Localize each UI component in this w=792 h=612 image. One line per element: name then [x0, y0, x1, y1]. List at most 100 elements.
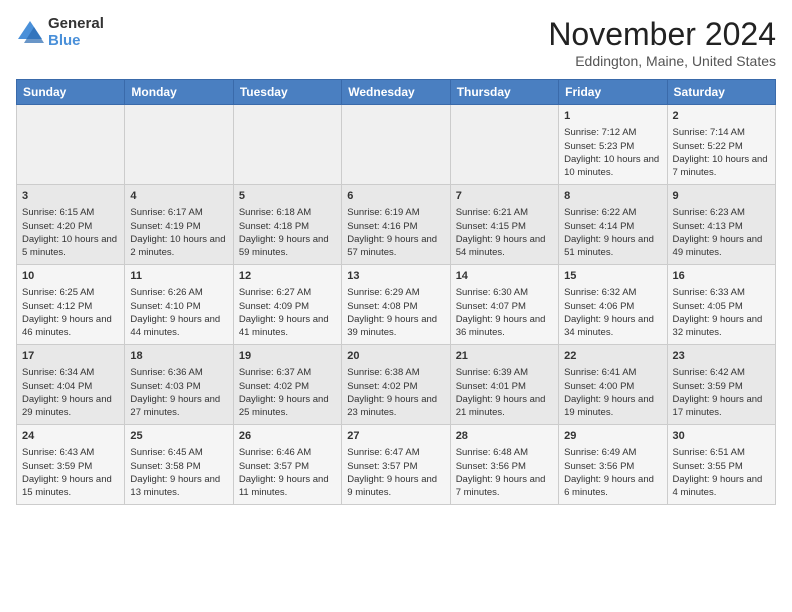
- day-number: 2: [673, 109, 770, 124]
- day-number: 28: [456, 429, 553, 444]
- title-section: November 2024 Eddington, Maine, United S…: [548, 16, 776, 69]
- day-number: 12: [239, 269, 336, 284]
- calendar-week-4: 24Sunrise: 6:43 AMSunset: 3:59 PMDayligh…: [17, 425, 776, 505]
- sunrise-text: Sunrise: 6:42 AM: [673, 366, 770, 379]
- sunrise-text: Sunrise: 6:18 AM: [239, 206, 336, 219]
- day-number: 3: [22, 189, 119, 204]
- sunrise-text: Sunrise: 6:22 AM: [564, 206, 661, 219]
- header-monday: Monday: [125, 80, 233, 105]
- location-title: Eddington, Maine, United States: [548, 53, 776, 69]
- daylight-text: Daylight: 9 hours and 19 minutes.: [564, 393, 661, 420]
- day-number: 30: [673, 429, 770, 444]
- day-number: 29: [564, 429, 661, 444]
- sunset-text: Sunset: 3:58 PM: [130, 460, 227, 473]
- calendar-table: Sunday Monday Tuesday Wednesday Thursday…: [16, 79, 776, 505]
- header-saturday: Saturday: [667, 80, 775, 105]
- sunrise-text: Sunrise: 6:41 AM: [564, 366, 661, 379]
- calendar-cell-3-0: 17Sunrise: 6:34 AMSunset: 4:04 PMDayligh…: [17, 345, 125, 425]
- day-number: 17: [22, 349, 119, 364]
- calendar-cell-4-6: 30Sunrise: 6:51 AMSunset: 3:55 PMDayligh…: [667, 425, 775, 505]
- calendar-cell-3-6: 23Sunrise: 6:42 AMSunset: 3:59 PMDayligh…: [667, 345, 775, 425]
- calendar-body: 1Sunrise: 7:12 AMSunset: 5:23 PMDaylight…: [17, 105, 776, 505]
- calendar-cell-4-5: 29Sunrise: 6:49 AMSunset: 3:56 PMDayligh…: [559, 425, 667, 505]
- calendar-cell-1-2: 5Sunrise: 6:18 AMSunset: 4:18 PMDaylight…: [233, 185, 341, 265]
- sunrise-text: Sunrise: 6:33 AM: [673, 286, 770, 299]
- daylight-text: Daylight: 9 hours and 7 minutes.: [456, 473, 553, 500]
- calendar-cell-1-3: 6Sunrise: 6:19 AMSunset: 4:16 PMDaylight…: [342, 185, 450, 265]
- day-number: 7: [456, 189, 553, 204]
- sunrise-text: Sunrise: 6:47 AM: [347, 446, 444, 459]
- header-tuesday: Tuesday: [233, 80, 341, 105]
- calendar-cell-1-1: 4Sunrise: 6:17 AMSunset: 4:19 PMDaylight…: [125, 185, 233, 265]
- calendar-cell-0-5: 1Sunrise: 7:12 AMSunset: 5:23 PMDaylight…: [559, 105, 667, 185]
- daylight-text: Daylight: 9 hours and 6 minutes.: [564, 473, 661, 500]
- sunset-text: Sunset: 3:57 PM: [347, 460, 444, 473]
- sunset-text: Sunset: 5:23 PM: [564, 140, 661, 153]
- daylight-text: Daylight: 9 hours and 15 minutes.: [22, 473, 119, 500]
- header: General Blue November 2024 Eddington, Ma…: [16, 16, 776, 69]
- sunset-text: Sunset: 4:18 PM: [239, 220, 336, 233]
- day-number: 19: [239, 349, 336, 364]
- calendar-cell-3-3: 20Sunrise: 6:38 AMSunset: 4:02 PMDayligh…: [342, 345, 450, 425]
- sunset-text: Sunset: 3:57 PM: [239, 460, 336, 473]
- daylight-text: Daylight: 9 hours and 49 minutes.: [673, 233, 770, 260]
- daylight-text: Daylight: 9 hours and 11 minutes.: [239, 473, 336, 500]
- header-row: Sunday Monday Tuesday Wednesday Thursday…: [17, 80, 776, 105]
- sunrise-text: Sunrise: 6:46 AM: [239, 446, 336, 459]
- calendar-cell-0-1: [125, 105, 233, 185]
- daylight-text: Daylight: 9 hours and 4 minutes.: [673, 473, 770, 500]
- sunrise-text: Sunrise: 6:36 AM: [130, 366, 227, 379]
- sunset-text: Sunset: 4:07 PM: [456, 300, 553, 313]
- calendar-header: Sunday Monday Tuesday Wednesday Thursday…: [17, 80, 776, 105]
- calendar-cell-2-5: 15Sunrise: 6:32 AMSunset: 4:06 PMDayligh…: [559, 265, 667, 345]
- day-number: 8: [564, 189, 661, 204]
- daylight-text: Daylight: 9 hours and 51 minutes.: [564, 233, 661, 260]
- sunrise-text: Sunrise: 6:43 AM: [22, 446, 119, 459]
- sunset-text: Sunset: 4:05 PM: [673, 300, 770, 313]
- sunrise-text: Sunrise: 6:38 AM: [347, 366, 444, 379]
- daylight-text: Daylight: 9 hours and 13 minutes.: [130, 473, 227, 500]
- sunset-text: Sunset: 4:12 PM: [22, 300, 119, 313]
- sunrise-text: Sunrise: 6:49 AM: [564, 446, 661, 459]
- daylight-text: Daylight: 9 hours and 23 minutes.: [347, 393, 444, 420]
- daylight-text: Daylight: 9 hours and 41 minutes.: [239, 313, 336, 340]
- sunset-text: Sunset: 4:09 PM: [239, 300, 336, 313]
- sunrise-text: Sunrise: 6:15 AM: [22, 206, 119, 219]
- header-friday: Friday: [559, 80, 667, 105]
- daylight-text: Daylight: 9 hours and 46 minutes.: [22, 313, 119, 340]
- day-number: 16: [673, 269, 770, 284]
- day-number: 26: [239, 429, 336, 444]
- daylight-text: Daylight: 10 hours and 5 minutes.: [22, 233, 119, 260]
- daylight-text: Daylight: 9 hours and 34 minutes.: [564, 313, 661, 340]
- calendar-cell-2-2: 12Sunrise: 6:27 AMSunset: 4:09 PMDayligh…: [233, 265, 341, 345]
- calendar-week-1: 3Sunrise: 6:15 AMSunset: 4:20 PMDaylight…: [17, 185, 776, 265]
- calendar-cell-1-5: 8Sunrise: 6:22 AMSunset: 4:14 PMDaylight…: [559, 185, 667, 265]
- calendar-cell-2-4: 14Sunrise: 6:30 AMSunset: 4:07 PMDayligh…: [450, 265, 558, 345]
- sunset-text: Sunset: 3:55 PM: [673, 460, 770, 473]
- daylight-text: Daylight: 9 hours and 57 minutes.: [347, 233, 444, 260]
- day-number: 27: [347, 429, 444, 444]
- day-number: 21: [456, 349, 553, 364]
- header-thursday: Thursday: [450, 80, 558, 105]
- sunrise-text: Sunrise: 6:17 AM: [130, 206, 227, 219]
- calendar-cell-3-5: 22Sunrise: 6:41 AMSunset: 4:00 PMDayligh…: [559, 345, 667, 425]
- day-number: 11: [130, 269, 227, 284]
- daylight-text: Daylight: 9 hours and 9 minutes.: [347, 473, 444, 500]
- daylight-text: Daylight: 9 hours and 29 minutes.: [22, 393, 119, 420]
- header-wednesday: Wednesday: [342, 80, 450, 105]
- day-number: 1: [564, 109, 661, 124]
- day-number: 20: [347, 349, 444, 364]
- calendar-cell-4-1: 25Sunrise: 6:45 AMSunset: 3:58 PMDayligh…: [125, 425, 233, 505]
- sunrise-text: Sunrise: 6:21 AM: [456, 206, 553, 219]
- calendar-cell-2-3: 13Sunrise: 6:29 AMSunset: 4:08 PMDayligh…: [342, 265, 450, 345]
- calendar-cell-0-3: [342, 105, 450, 185]
- sunset-text: Sunset: 3:59 PM: [22, 460, 119, 473]
- sunrise-text: Sunrise: 6:25 AM: [22, 286, 119, 299]
- day-number: 6: [347, 189, 444, 204]
- logo-text: General Blue: [48, 16, 104, 49]
- daylight-text: Daylight: 9 hours and 44 minutes.: [130, 313, 227, 340]
- sunrise-text: Sunrise: 6:37 AM: [239, 366, 336, 379]
- calendar-cell-4-3: 27 Sunrise: 6:47 AMSunset: 3:57 PMDayligh…: [342, 425, 450, 505]
- sunset-text: Sunset: 4:20 PM: [22, 220, 119, 233]
- calendar-week-0: 1Sunrise: 7:12 AMSunset: 5:23 PMDaylight…: [17, 105, 776, 185]
